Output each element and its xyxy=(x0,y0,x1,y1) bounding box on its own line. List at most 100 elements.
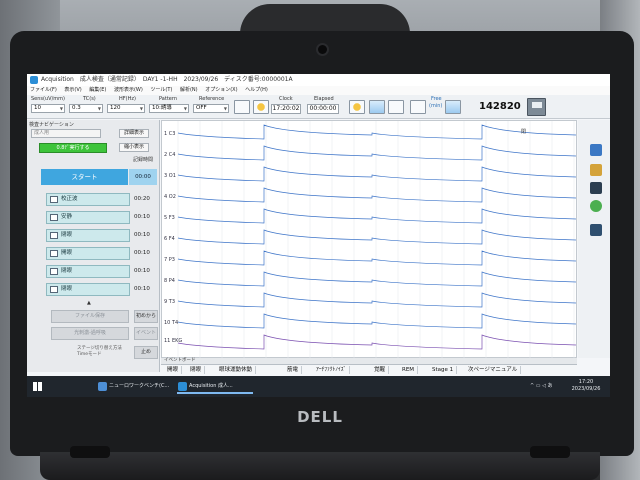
mode-select[interactable]: 成人用 xyxy=(31,129,101,138)
channel-label: 4 O2 xyxy=(164,194,176,200)
windows-start-icon[interactable] xyxy=(33,382,42,391)
auto-run-button[interactable]: 0.8ﾃﾞ実行する xyxy=(39,143,107,153)
stage-button[interactable]: 眼球運動休動 xyxy=(216,366,257,374)
step-item[interactable]: 閉眼 xyxy=(46,283,130,296)
free-label: Free xyxy=(431,96,442,102)
step-time: 00:20 xyxy=(134,196,150,202)
step-time: 00:10 xyxy=(134,268,150,274)
step-item[interactable]: 開眼 xyxy=(46,247,130,260)
webcam xyxy=(318,45,327,54)
stage-button[interactable]: REM xyxy=(399,366,419,374)
stage-button[interactable]: 覚醒 xyxy=(371,366,390,374)
hinge-right xyxy=(530,446,570,458)
taskbar-clock[interactable]: 17:20 2023/09/26 xyxy=(564,379,608,393)
end-button[interactable]: 止め xyxy=(134,346,158,359)
reference-label: Reference xyxy=(199,96,225,102)
pattern-label: Pattern xyxy=(159,96,177,102)
hf-select[interactable]: 120 ▼ xyxy=(107,104,145,113)
menu-view[interactable]: 表示(V) xyxy=(64,87,81,93)
stage-button[interactable]: 筋電 xyxy=(284,366,303,374)
eeg-trace xyxy=(177,250,577,266)
montage-icon[interactable] xyxy=(234,100,250,114)
hinge-left xyxy=(70,446,110,458)
screen: Acquisition 成人検査（通常記録） DAY1 -1-HH 2023/0… xyxy=(27,74,610,397)
grid-icon[interactable] xyxy=(590,224,602,236)
menu-waveform[interactable]: 波形表示(W) xyxy=(114,87,143,93)
save-icon[interactable] xyxy=(527,98,546,116)
clock-display: 17:20:02 xyxy=(271,104,301,114)
settings-icon[interactable] xyxy=(349,100,365,114)
step-icon xyxy=(50,268,58,275)
eeg-trace xyxy=(177,292,577,308)
person-icon[interactable] xyxy=(590,144,602,156)
channel-label: 3 O1 xyxy=(164,173,176,179)
stage-button[interactable]: ｱｰﾁﾌｧｸﾄﾉｲｽﾞ xyxy=(313,366,351,374)
tc-value: 0.3 xyxy=(72,105,81,111)
eeg-trace xyxy=(177,271,577,287)
step-time: 00:10 xyxy=(134,214,150,220)
reference-value: OFF xyxy=(196,105,207,111)
eeg-trace xyxy=(177,208,577,224)
wave-view-icon[interactable] xyxy=(369,100,385,114)
menu-edit[interactable]: 編集(E) xyxy=(89,87,106,93)
taskbar-app-workbench[interactable]: ニューロワークベンチ(C... xyxy=(97,379,173,394)
eeg-waveforms xyxy=(177,121,577,359)
chevron-down-icon: ▼ xyxy=(97,106,101,111)
tc-label: TC(s) xyxy=(83,96,96,102)
menu-bar: ファイル(F) 表示(V) 編集(E) 波形表示(W) ツール(T) 解析(N)… xyxy=(27,86,610,95)
step-item[interactable]: 閉眼 xyxy=(46,229,130,242)
detail-button[interactable]: 詳細表示 xyxy=(119,129,149,138)
laptop-brand-logo: DELL xyxy=(297,408,343,426)
window-title: Acquisition 成人検査（通常記録） DAY1 -1-HH 2023/0… xyxy=(41,76,293,83)
eeg-trace xyxy=(177,124,577,140)
channel-label: 2 C4 xyxy=(164,152,176,158)
waveform-view[interactable] xyxy=(161,120,577,359)
tc-select[interactable]: 0.3 ▼ xyxy=(69,104,103,113)
stage-button[interactable]: 閉眼 xyxy=(187,366,206,374)
menu-file[interactable]: ファイル(F) xyxy=(30,87,57,93)
stage-button[interactable]: 開眼 xyxy=(164,366,183,374)
light-stim-button[interactable]: 光刺激-過呼吸 xyxy=(51,327,129,340)
restart-button[interactable]: 初めから xyxy=(134,310,158,323)
pattern-select[interactable]: 10:誘導 ▼ xyxy=(149,104,189,113)
stage-button[interactable]: Stage 1 xyxy=(429,366,458,374)
app-icon xyxy=(178,382,187,391)
event-annotation: 閉 xyxy=(521,129,527,135)
light-stim-icon[interactable] xyxy=(253,100,269,114)
file-save-button[interactable]: ファイル保存 xyxy=(51,310,129,323)
map-icon[interactable] xyxy=(590,200,602,212)
menu-help[interactable]: ヘルプ(H) xyxy=(245,87,268,93)
free-space-icon xyxy=(445,100,461,114)
stage-button[interactable]: 次ページマニュアル xyxy=(465,366,522,374)
event-board: 開眼 閉眼 眼球運動休動 筋電 ｱｰﾁﾌｧｸﾄﾉｲｽﾞ 覚醒 REM Stage… xyxy=(161,364,577,374)
clock-label: Clock xyxy=(279,96,293,102)
step-item[interactable]: 校正波 xyxy=(46,193,130,206)
calibration-icon[interactable] xyxy=(410,100,426,114)
shrink-button[interactable]: 縮小表示 xyxy=(119,143,149,152)
system-tray-icons[interactable]: ^ ▭ ◁ あ xyxy=(530,382,553,389)
marker-icon[interactable] xyxy=(590,164,602,176)
start-button[interactable]: スタート xyxy=(41,169,128,185)
free-counter: 142820 xyxy=(479,101,521,112)
step-item[interactable]: 閉眼 xyxy=(46,265,130,278)
wave-compare-icon[interactable] xyxy=(388,100,404,114)
eeg-trace xyxy=(177,334,577,350)
taskbar-app-acquisition[interactable]: Acquisition 成人... xyxy=(177,379,253,394)
channel-label: 10 T4 xyxy=(164,320,179,326)
step-label: 閉眼 xyxy=(61,268,73,274)
reference-select[interactable]: OFF ▼ xyxy=(193,104,229,113)
menu-analysis[interactable]: 解析(N) xyxy=(180,87,198,93)
channel-label: 9 T3 xyxy=(164,299,176,305)
sens-label: Sens(uV/mm) xyxy=(31,96,65,102)
channel-label: 8 P4 xyxy=(164,278,175,284)
step-label: 開眼 xyxy=(61,250,73,256)
pen-icon[interactable] xyxy=(590,182,602,194)
clock-date: 2023/09/26 xyxy=(571,386,601,392)
menu-tools[interactable]: ツール(T) xyxy=(150,87,172,93)
scroll-up-icon[interactable]: ▲ xyxy=(87,300,91,306)
event-button[interactable]: イベント xyxy=(134,327,158,340)
step-item[interactable]: 安静 xyxy=(46,211,130,224)
elapsed-display: 00:00:00 xyxy=(307,104,339,114)
sens-select[interactable]: 10 ▼ xyxy=(31,104,65,113)
menu-options[interactable]: オプション(X) xyxy=(205,87,237,93)
